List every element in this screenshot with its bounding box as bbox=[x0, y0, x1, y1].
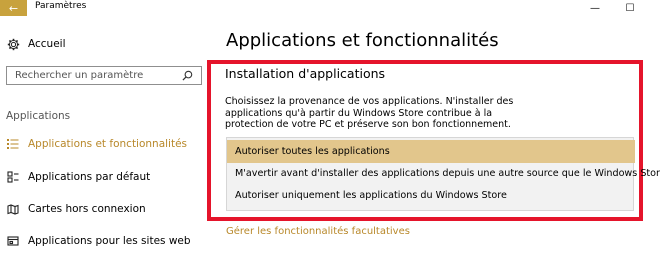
search-box[interactable] bbox=[6, 66, 202, 85]
maximize-button[interactable]: ☐ bbox=[615, 0, 645, 16]
sidebar-item-label: Applications par défaut bbox=[28, 171, 151, 183]
dropdown-option-label: Autoriser uniquement les applications du… bbox=[235, 190, 507, 201]
sidebar-item-offline-maps[interactable]: Cartes hors connexion bbox=[6, 202, 146, 216]
install-heading: Installation d'applications bbox=[225, 66, 386, 81]
sidebar-item-apps-features[interactable]: Applications et fonctionnalités bbox=[6, 137, 187, 151]
sidebar-section-heading: Applications bbox=[6, 110, 71, 122]
sidebar: Accueil Applications Applications et fon… bbox=[0, 16, 210, 256]
sidebar-item-web-apps[interactable]: Applications pour les sites web bbox=[6, 234, 191, 248]
sidebar-item-label: Cartes hors connexion bbox=[28, 203, 146, 215]
sidebar-item-home-label: Accueil bbox=[28, 38, 66, 50]
back-button[interactable]: ← bbox=[0, 0, 27, 16]
search-icon[interactable] bbox=[177, 67, 197, 84]
dropdown-option-label: M'avertir avant d'installer des applicat… bbox=[235, 168, 660, 179]
page-title: Applications et fonctionnalités bbox=[226, 30, 499, 51]
list-icon bbox=[6, 137, 20, 151]
dropdown-option-store-only[interactable]: Autoriser uniquement les applications du… bbox=[227, 184, 635, 207]
install-source-dropdown[interactable]: Autoriser toutes les applications M'aver… bbox=[226, 137, 660, 211]
sidebar-item-home[interactable]: Accueil bbox=[6, 37, 66, 51]
map-icon bbox=[6, 202, 20, 216]
sidebar-item-label: Applications et fonctionnalités bbox=[28, 138, 188, 150]
sidebar-item-default-apps[interactable]: Applications par défaut bbox=[6, 170, 150, 184]
back-arrow-icon: ← bbox=[8, 1, 19, 15]
gear-icon bbox=[6, 37, 20, 51]
web-apps-icon bbox=[6, 234, 20, 248]
default-apps-icon bbox=[6, 170, 20, 184]
dropdown-option-allow-all[interactable]: Autoriser toutes les applications bbox=[227, 140, 635, 163]
search-input[interactable] bbox=[7, 67, 177, 84]
install-description: Choisissez la provenance de vos applicat… bbox=[225, 96, 514, 130]
window-title: Paramètres bbox=[35, 1, 87, 11]
dropdown-option-warn[interactable]: M'avertir avant d'installer des applicat… bbox=[227, 162, 660, 185]
minimize-icon: — bbox=[590, 2, 600, 14]
sidebar-item-label: Applications pour les sites web bbox=[28, 235, 191, 247]
minimize-button[interactable]: — bbox=[580, 0, 610, 16]
manage-optional-features-link[interactable]: Gérer les fonctionnalités facultatives bbox=[226, 226, 410, 237]
maximize-icon: ☐ bbox=[625, 2, 635, 14]
dropdown-option-label: Autoriser toutes les applications bbox=[235, 146, 390, 157]
title-bar: ← Paramètres — ☐ bbox=[0, 0, 660, 16]
